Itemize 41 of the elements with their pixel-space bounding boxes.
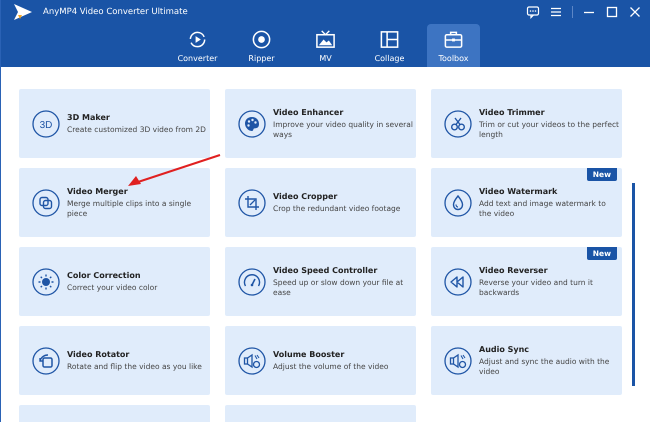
maximize-icon[interactable] [605, 5, 619, 19]
tool-icon: 3D [32, 110, 60, 138]
tool-icon [238, 110, 266, 138]
tool-title: Volume Booster [273, 350, 346, 359]
menu-icon[interactable] [549, 5, 563, 19]
scrollbar[interactable] [632, 183, 635, 386]
tool-title: 3D Maker [67, 112, 111, 122]
tool-icon [444, 188, 472, 216]
tool-icon [238, 188, 266, 216]
logo-icon [13, 3, 33, 21]
tool-title: Video Speed Controller [273, 266, 378, 275]
disc-icon [251, 28, 272, 50]
tool-title: Video Trimmer [479, 108, 546, 117]
tool-title: Video Watermark [479, 186, 558, 196]
tool-title: Video Rotator [67, 350, 130, 359]
tool-title: Video Enhancer [273, 108, 344, 117]
nav-tab[interactable]: Converter [171, 24, 224, 67]
layout-icon [379, 28, 400, 50]
nav-tab[interactable]: Collage [363, 24, 416, 67]
tool-icon [238, 346, 266, 374]
tool-title: Video Cropper [273, 192, 338, 201]
tool-icon [32, 346, 60, 374]
tool-title: Color Correction [67, 270, 142, 280]
tool-title: Video Merger [67, 186, 129, 196]
toolbox-icon [443, 28, 464, 50]
nav-tab[interactable]: Toolbox [427, 24, 480, 67]
tool-title: Video Reverser [479, 266, 549, 275]
window-title: AnyMP4 Video Converter Ultimate [43, 7, 188, 17]
tool-icon [32, 188, 60, 216]
tool-icon [32, 268, 60, 296]
tool-title: Audio Sync [479, 344, 530, 354]
tv-icon [315, 28, 336, 50]
tool-icon [444, 268, 472, 296]
tool-icon [444, 346, 472, 374]
nav-tab[interactable]: Ripper [235, 24, 288, 67]
nav-tab[interactable]: MV [299, 24, 352, 67]
tool-icon [444, 110, 472, 138]
play-circle-icon [187, 28, 208, 50]
feedback-icon[interactable] [526, 5, 540, 19]
tool-icon [238, 268, 266, 296]
close-icon[interactable] [628, 5, 642, 19]
